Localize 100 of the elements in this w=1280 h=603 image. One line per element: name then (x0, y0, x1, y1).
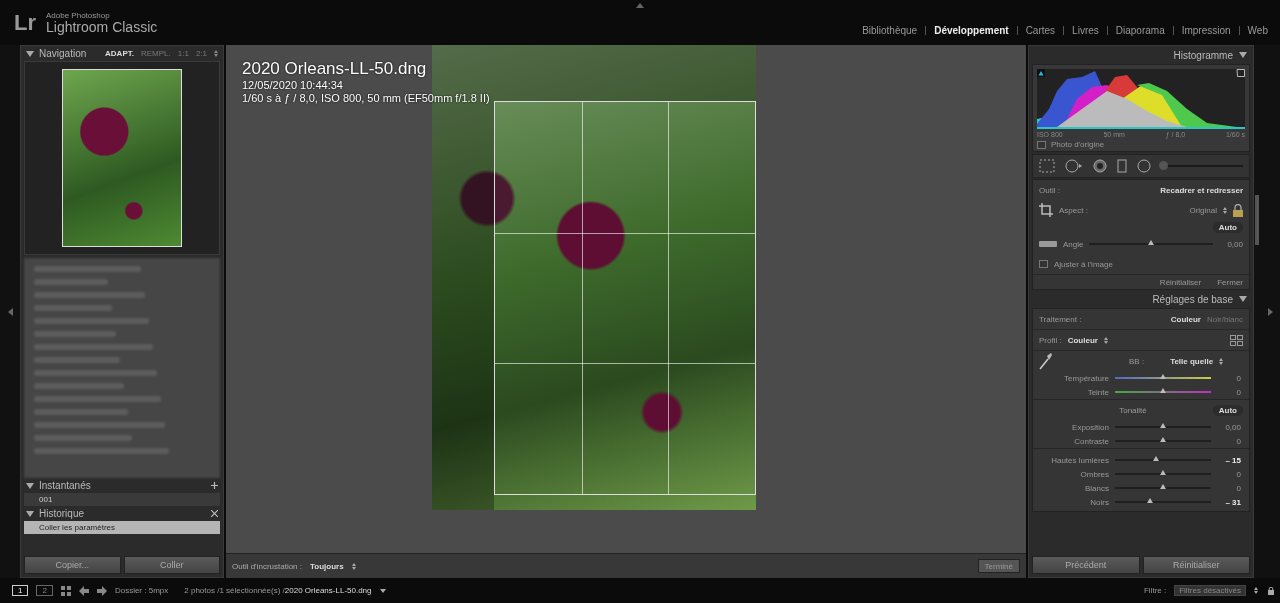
wb-dropdown[interactable]: Telle quelle (1170, 356, 1214, 366)
right-arrow-icon[interactable] (96, 585, 107, 596)
updown-icon[interactable] (1219, 357, 1224, 365)
slider-thumb[interactable] (1160, 388, 1166, 393)
panel-title: Instantanés (39, 480, 91, 491)
slider-label: Température (1063, 373, 1109, 383)
wb-label: BB : (1129, 356, 1145, 366)
panel-button[interactable]: Réinitialiser (1159, 277, 1202, 287)
overlay-label: Outil d'incrustation : (232, 561, 302, 571)
checkbox[interactable] (1039, 260, 1048, 268)
slider-value: 0,00 (1226, 239, 1243, 249)
module-tab[interactable]: Diaporama (1115, 25, 1165, 36)
view-button[interactable]: 2 (36, 585, 53, 596)
tool-label: Outil : (1039, 185, 1060, 195)
circle-icon[interactable] (1137, 159, 1151, 173)
left-arrow-icon[interactable] (7, 307, 13, 316)
module-tab[interactable]: Cartes (1025, 25, 1056, 36)
panel-button[interactable]: Fermer (1217, 277, 1243, 287)
slider-value: 0 (1235, 387, 1241, 397)
slider-thumb[interactable] (1153, 456, 1160, 461)
slider-label: Exposition (1071, 422, 1109, 432)
slider-value: – 15 (1224, 455, 1241, 465)
lock-icon[interactable] (1268, 586, 1274, 595)
filter-dropdown[interactable]: Filtres désactivés (1174, 585, 1246, 596)
snapshot-item[interactable]: 001 (24, 493, 220, 506)
brand-subtitle: Adobe Photoshop (46, 11, 111, 20)
history-item[interactable]: Coller les paramètres (24, 521, 220, 534)
zoom-option[interactable]: ADAPT. (105, 49, 134, 58)
panel-title: Histogramme (1173, 49, 1233, 61)
slider-value: – 31 (1224, 497, 1241, 507)
caret-icon[interactable] (1239, 296, 1247, 302)
target-icon[interactable] (1093, 159, 1107, 173)
module-tab[interactable]: Livres (1072, 25, 1099, 36)
auto-button[interactable]: Auto (1212, 404, 1243, 416)
slider-thumb[interactable] (1160, 374, 1166, 379)
slider-thumb[interactable] (1159, 161, 1169, 170)
slider-thumb[interactable] (1148, 240, 1155, 245)
left-arrow-icon[interactable] (78, 585, 89, 596)
eyedropper-icon[interactable] (1039, 352, 1053, 370)
slider-thumb[interactable] (1160, 484, 1166, 489)
slider-thumb[interactable] (1146, 498, 1153, 503)
module-tab[interactable]: Impression (1181, 25, 1231, 36)
plus-icon[interactable] (211, 482, 218, 489)
slider-thumb[interactable] (1160, 437, 1166, 442)
panel-title: Réglages de base (1152, 293, 1233, 305)
slider-value: 0 (1235, 373, 1241, 383)
module-tab[interactable]: Web (1247, 25, 1268, 36)
selection-count: 2 photos /1 sélectionnée(s) / (184, 586, 285, 595)
caret-icon[interactable] (26, 50, 34, 57)
panel-button[interactable]: Précédent (1032, 556, 1140, 574)
panel-button[interactable]: Copier... (24, 556, 121, 574)
slider-label: Angle (1063, 239, 1084, 249)
circle-arrow-icon[interactable] (1065, 159, 1083, 173)
updown-icon[interactable] (1254, 587, 1258, 594)
slider-label: Hautes lumières (1050, 455, 1109, 465)
photo-filename: 2020 Orleans-LL-50.dng (242, 59, 428, 79)
auto-button[interactable]: Auto (1212, 221, 1243, 233)
updown-icon[interactable] (1223, 206, 1227, 214)
panel-button[interactable]: Réinitialiser (1142, 556, 1250, 574)
updown-icon[interactable] (1103, 336, 1108, 344)
slider-thumb[interactable] (1160, 470, 1166, 475)
caret-icon[interactable] (379, 588, 386, 593)
close-icon[interactable] (211, 510, 218, 517)
checkbox[interactable] (1037, 140, 1046, 149)
slider-label: Teinte (1086, 387, 1109, 397)
scrollbar-thumb[interactable] (1255, 195, 1259, 245)
overlay-dropdown[interactable]: Toujours (310, 561, 344, 571)
panel-title: Historique (39, 508, 85, 519)
updown-icon[interactable] (351, 562, 356, 570)
grid-icon[interactable] (60, 585, 71, 596)
photo-datetime: 12/05/2020 10:44:34 (242, 79, 344, 92)
right-arrow-icon[interactable] (1267, 307, 1273, 316)
lock-icon[interactable] (1233, 203, 1243, 217)
crop-frame[interactable] (494, 101, 756, 495)
profile-dropdown[interactable]: Couleur (1067, 335, 1098, 345)
treatment-option[interactable]: Couleur (1170, 314, 1201, 324)
slider-label: Ombres (1079, 469, 1109, 479)
collapse-arrow-icon[interactable] (636, 3, 644, 8)
slider-label: Contraste (1073, 436, 1109, 446)
slider-value: 0 (1235, 469, 1241, 479)
caret-icon[interactable] (26, 482, 34, 489)
slider-value: 0,00 (1224, 422, 1241, 432)
crop-overlay-icon[interactable] (1039, 159, 1055, 173)
updown-icon[interactable] (214, 50, 218, 57)
panel-button[interactable]: Coller (123, 556, 220, 574)
grid-icon[interactable] (1230, 334, 1243, 346)
checkbox-label: Ajuster à l'image (1054, 259, 1113, 269)
module-tab[interactable]: Développement (934, 25, 1009, 36)
aspect-dropdown[interactable]: Original (1189, 205, 1217, 215)
checkbox-label: Photo d'origine (1051, 140, 1105, 149)
app-logo: Lr (14, 9, 36, 36)
slider-thumb[interactable] (1160, 423, 1166, 428)
module-tab[interactable]: Bibliothèque (862, 25, 918, 36)
rectangle-icon[interactable] (1117, 159, 1127, 173)
ruler-icon[interactable] (1039, 240, 1057, 248)
view-button[interactable]: 1 (12, 585, 29, 596)
caret-icon[interactable] (26, 510, 34, 517)
profile-label: Profil : (1039, 335, 1062, 345)
crop-icon[interactable] (1039, 203, 1053, 217)
caret-icon[interactable] (1239, 52, 1247, 58)
